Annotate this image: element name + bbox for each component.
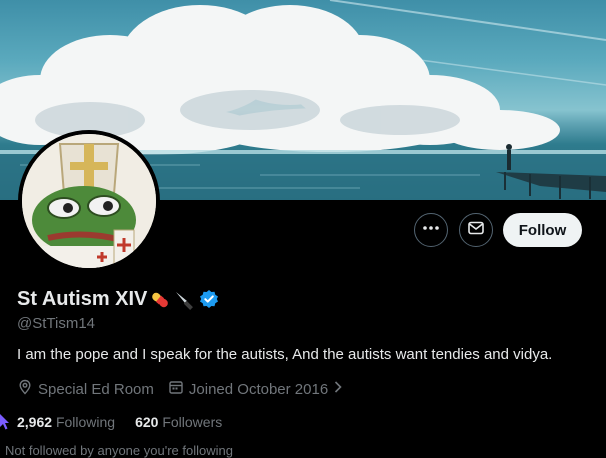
knife-emoji-icon [173, 289, 195, 311]
pill-emoji-icon [149, 289, 171, 311]
mouse-cursor-icon [0, 414, 10, 435]
verified-badge-icon[interactable] [199, 289, 221, 311]
chevron-right-icon [333, 380, 343, 398]
more-options-button[interactable] [414, 213, 448, 247]
more-dots-icon [422, 219, 440, 242]
mail-icon [467, 219, 485, 242]
location-text: Special Ed Room [38, 380, 154, 398]
location-pin-icon [17, 379, 33, 399]
calendar-icon [168, 379, 184, 399]
user-handle: @StTism14 [17, 315, 96, 332]
following-count: 2,962 [17, 414, 53, 430]
location-item: Special Ed Room [17, 379, 154, 399]
profile-meta: Special Ed Room Joined October 2016 [17, 379, 357, 399]
followed-by-text: Not followed by anyone you're following [5, 443, 233, 458]
joined-item[interactable]: Joined October 2016 [168, 379, 343, 399]
follow-button[interactable]: Follow [503, 213, 582, 247]
joined-text: Joined October 2016 [188, 380, 329, 398]
profile-avatar[interactable] [18, 130, 160, 272]
profile-bio: I am the pope and I speak for the autist… [17, 346, 553, 363]
following-link[interactable]: 2,962 Following [17, 414, 115, 430]
display-name-row: St Autism XIV [17, 288, 221, 311]
followers-link[interactable]: 620 Followers [135, 414, 222, 430]
message-button[interactable] [459, 213, 493, 247]
followers-count: 620 [135, 414, 159, 430]
follow-label: Follow [518, 221, 567, 239]
followers-label: Followers [162, 414, 223, 430]
display-name: St Autism XIV [17, 288, 148, 310]
follow-counts: 2,962 Following 620 Followers [17, 414, 222, 430]
following-label: Following [55, 414, 116, 430]
